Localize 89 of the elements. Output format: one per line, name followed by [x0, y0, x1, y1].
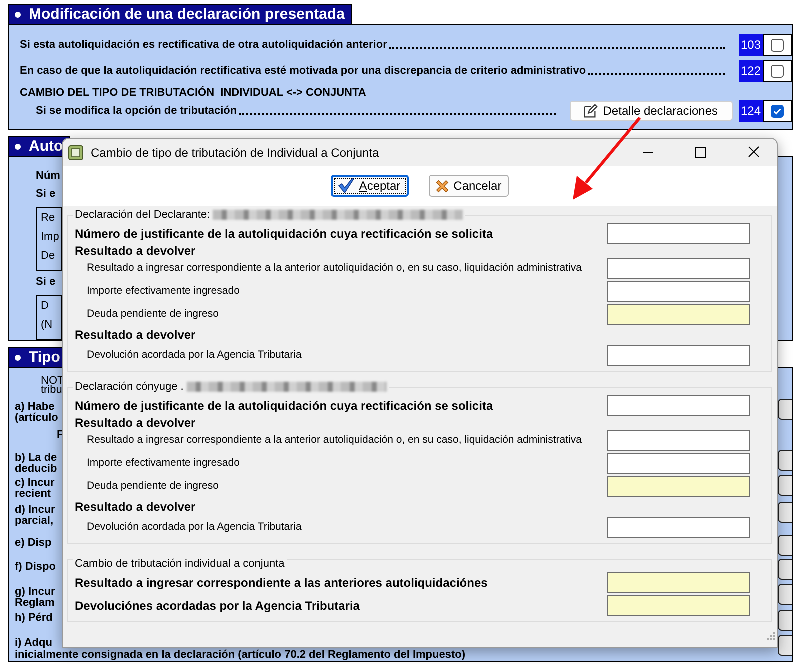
maximize-icon[interactable]	[693, 146, 709, 159]
field-label: Si esta autoliquidación es rectificativa de otra autoliquidación anterior	[19, 38, 388, 53]
text-fragment: D	[41, 301, 49, 312]
text-fragment: (N	[41, 320, 53, 331]
text-fragment: Si e	[36, 277, 56, 288]
text-fragment: g) Incur	[15, 587, 56, 598]
text-fragment: parcial,	[15, 516, 54, 527]
details-button[interactable]: Detalle declaraciones	[570, 101, 733, 121]
subsection-heading: Resultado a devolver	[75, 243, 197, 260]
input-field[interactable]	[607, 430, 750, 451]
field-label: Devolución acordada por la Agencia Tributaria	[86, 520, 303, 535]
checkbox[interactable]	[778, 535, 792, 556]
cross-icon	[434, 178, 450, 194]
field-label: Resultado a ingresar correspondiente a la anterior autoliquidación o, en su caso, liquidación administrativa	[86, 260, 583, 276]
section-title: Auto	[29, 137, 64, 156]
field-code: 103	[739, 34, 763, 56]
field-label: Importe efectivamente ingresado	[86, 284, 241, 299]
field-label: Resultado a ingresar correspondiente a la anterior autoliquidación o, en su caso, liquidación administrativa	[86, 432, 583, 448]
text-fragment: i) Adqu	[15, 638, 52, 649]
field-label: Devoluciónes acordadas por la Agencia Tributaria	[75, 598, 361, 614]
subsection-heading: Resultado a devolver	[75, 327, 197, 344]
text-fragment: c) Incur	[15, 478, 55, 489]
check-icon	[338, 178, 356, 194]
subsection-heading: Resultado a devolver	[75, 415, 197, 432]
subsection-heading: Resultado a devolver	[75, 499, 197, 516]
edit-icon	[583, 104, 598, 118]
text-fragment: deducib	[15, 464, 58, 475]
field-code: 122	[739, 60, 763, 82]
group-legend: Declaración cónyuge .	[75, 378, 184, 396]
input-field[interactable]	[607, 345, 750, 366]
text-fragment: b) La de	[15, 453, 58, 464]
checkbox[interactable]	[778, 475, 792, 496]
text-fragment: a) Habe	[15, 402, 55, 413]
input-field[interactable]	[607, 304, 750, 325]
text-fragment: d) Incur	[15, 505, 56, 516]
section-subtitle: CAMBIO DEL TIPO DE TRIBUTACIÓN INDIVIDUAL <-> CONJUNTA	[19, 85, 366, 101]
checkbox[interactable]	[778, 399, 792, 420]
checkbox[interactable]	[778, 635, 792, 656]
input-field[interactable]	[607, 281, 750, 302]
checkbox[interactable]	[778, 584, 792, 605]
field-label: Devolución acordada por la Agencia Tributaria	[86, 348, 303, 363]
text-fragment: Re	[41, 213, 56, 224]
window-title: Cambio de tipo de tributación de Individual a Conjunta	[91, 144, 380, 162]
text-fragment: Núm	[36, 171, 60, 182]
field-label: Deuda pendiente de ingreso	[86, 306, 220, 322]
checkbox[interactable]	[778, 450, 792, 471]
resize-grip-icon[interactable]	[765, 632, 775, 642]
text-fragment: tribu	[40, 386, 62, 395]
cancel-button[interactable]: Cancelar	[428, 175, 509, 197]
checkbox[interactable]	[778, 559, 792, 580]
field-code: 124	[739, 100, 763, 122]
input-field[interactable]	[607, 223, 750, 244]
checkbox[interactable]	[771, 104, 784, 118]
field-label: En caso de que la autoliquidación rectificativa esté motivada por una discrepancia de criterio administrativo	[19, 64, 586, 79]
field-label: Si se modifica la opción de tributación	[35, 104, 238, 119]
input-field[interactable]	[607, 453, 750, 474]
text-fragment: Si e	[36, 189, 56, 200]
text-fragment: f) Dispo	[15, 562, 56, 573]
input-field[interactable]	[607, 476, 750, 497]
checkbox[interactable]	[771, 38, 784, 52]
section-title: Modificación de una declaración presentada	[29, 5, 345, 24]
input-field[interactable]	[607, 258, 750, 279]
group-legend: Cambio de tributación individual a conjunta	[75, 556, 285, 572]
accept-button[interactable]: Aceptar	[331, 175, 409, 197]
text-fragment: NOT	[40, 377, 64, 386]
input-field[interactable]	[607, 595, 750, 616]
text-fragment: h) Pérd	[15, 613, 53, 624]
app-icon	[68, 144, 84, 160]
text-fragment: e) Disp	[15, 538, 52, 549]
input-field[interactable]	[607, 395, 750, 416]
checkbox[interactable]	[771, 64, 784, 78]
input-field[interactable]	[607, 572, 750, 593]
field-label: Resultado a ingresar correspondiente a las anteriores autoliquidaciónes	[75, 574, 489, 592]
field-label: Deuda pendiente de ingreso	[86, 478, 220, 494]
group-legend: Declaración del Declarante:	[75, 206, 210, 224]
field-label: Número de justificante de la autoliquidación cuya rectificación se solicita	[75, 398, 494, 414]
checkbox[interactable]	[778, 610, 792, 631]
text-fragment: recient	[15, 489, 52, 500]
checkbox[interactable]	[778, 502, 792, 523]
text-fragment: inicialmente consignada en la declaración (artículo 70.2 del Reglamento del Impuesto)	[15, 650, 466, 661]
input-field[interactable]	[607, 517, 750, 538]
field-label: Importe efectivamente ingresado	[86, 456, 241, 471]
text-fragment: Reglam	[15, 598, 55, 609]
field-label: Número de justificante de la autoliquidación cuya rectificación se solicita	[75, 226, 494, 242]
text-fragment: Imp	[41, 232, 60, 243]
section-title: Tipo	[29, 348, 60, 367]
text-fragment: De	[41, 251, 56, 262]
text-fragment: (artículo	[15, 413, 58, 424]
close-icon[interactable]	[746, 146, 762, 159]
